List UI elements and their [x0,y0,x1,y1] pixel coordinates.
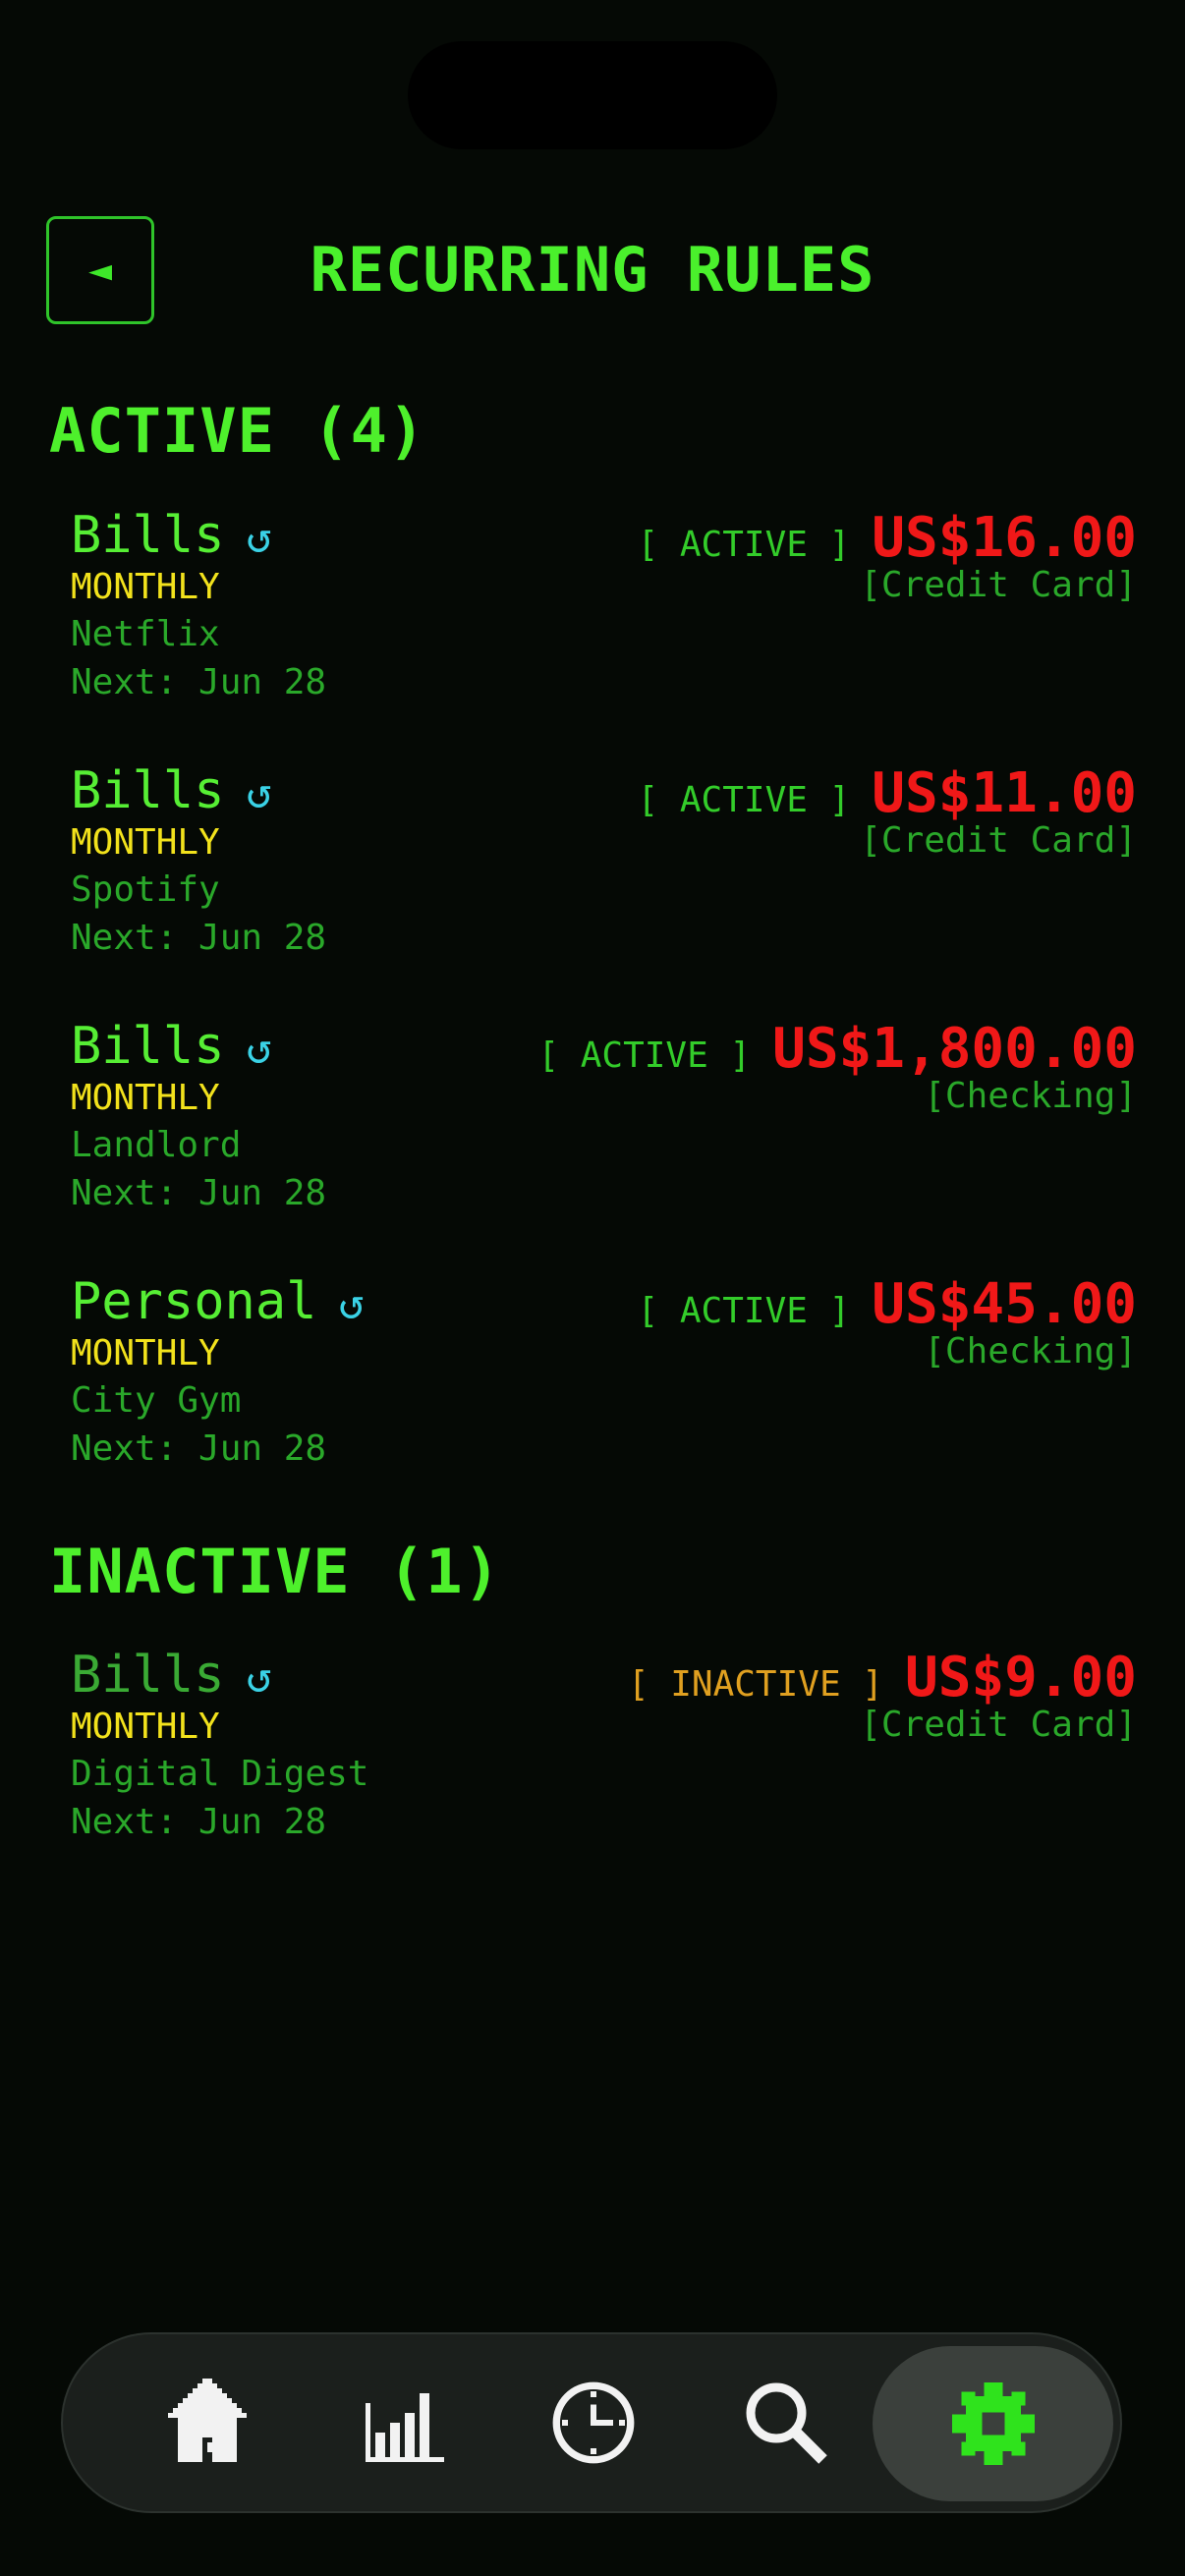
rule-frequency: MONTHLY [71,1333,220,1373]
tab-settings[interactable] [873,2346,1113,2501]
rule-account: [Checking] [924,1331,1137,1372]
rule-next-date: Next: Jun 28 [71,662,327,702]
status-badge: [ ACTIVE ] [537,1036,752,1076]
rule-payee: Landlord [71,1125,242,1165]
rule-next-date: Next: Jun 28 [71,1173,327,1213]
inactive-section-title: INACTIVE (1) [49,1536,501,1607]
rule-row[interactable]: Bills ↺ MONTHLY Digital Digest Next: Jun … [71,1646,1137,1872]
home-icon [168,2379,247,2462]
recurring-icon: ↺ [246,1652,273,1703]
clock-icon [552,2381,635,2464]
rule-frequency: MONTHLY [71,567,220,607]
tab-home[interactable] [109,2334,306,2511]
status-badge: [ ACTIVE ] [637,1291,851,1331]
chart-icon [366,2393,444,2462]
rule-account: [Checking] [924,1076,1137,1116]
rule-amount: US$11.00 [872,761,1137,825]
tab-reports[interactable] [307,2334,503,2511]
rule-category: Bills ↺ [71,506,273,565]
rule-category: Bills ↺ [71,761,273,820]
rule-row[interactable]: Personal ↺ MONTHLY City Gym Next: Jun 28 … [71,1272,1137,1498]
rule-next-date: Next: Jun 28 [71,1802,327,1842]
rule-payee: Netflix [71,614,220,654]
active-section-title: ACTIVE (4) [49,395,426,467]
status-badge: [ ACTIVE ] [637,780,851,820]
rule-next-date: Next: Jun 28 [71,1428,327,1469]
rule-payee: City Gym [71,1380,242,1421]
page-title: RECURRING RULES [310,234,875,306]
recurring-icon: ↺ [246,513,273,563]
rule-row[interactable]: Bills ↺ MONTHLY Netflix Next: Jun 28 [ AC… [71,506,1137,732]
rule-amount: US$16.00 [872,506,1137,570]
camera-notch [408,41,777,149]
search-icon [746,2382,827,2464]
rule-category: Bills ↺ [71,1017,273,1076]
recurring-icon: ↺ [338,1279,365,1329]
rule-amount: US$9.00 [904,1646,1137,1709]
recurring-icon: ↺ [246,768,273,818]
status-badge: [ ACTIVE ] [637,525,851,565]
rule-row[interactable]: Bills ↺ MONTHLY Landlord Next: Jun 28 [ A… [71,1017,1137,1243]
rule-category: Personal ↺ [71,1272,365,1331]
rule-next-date: Next: Jun 28 [71,918,327,958]
rule-amount: US$45.00 [872,1272,1137,1336]
rule-payee: Digital Digest [71,1754,369,1794]
header: ◄ RECURRING RULES [0,216,1185,326]
status-badge: [ INACTIVE ] [627,1664,883,1705]
rule-account: [Credit Card] [860,820,1137,861]
tab-search[interactable] [688,2334,884,2511]
rule-payee: Spotify [71,869,220,910]
rule-account: [Credit Card] [860,565,1137,605]
tab-bar [61,2332,1122,2513]
recurring-icon: ↺ [246,1024,273,1074]
rule-category: Bills ↺ [71,1646,273,1705]
rule-amount: US$1,800.00 [772,1017,1137,1081]
tab-history[interactable] [495,2334,692,2511]
rule-frequency: MONTHLY [71,822,220,863]
rule-frequency: MONTHLY [71,1707,220,1747]
rule-frequency: MONTHLY [71,1078,220,1118]
rule-row[interactable]: Bills ↺ MONTHLY Spotify Next: Jun 28 [ AC… [71,761,1137,987]
gear-icon [951,2382,1035,2465]
rule-account: [Credit Card] [860,1705,1137,1745]
